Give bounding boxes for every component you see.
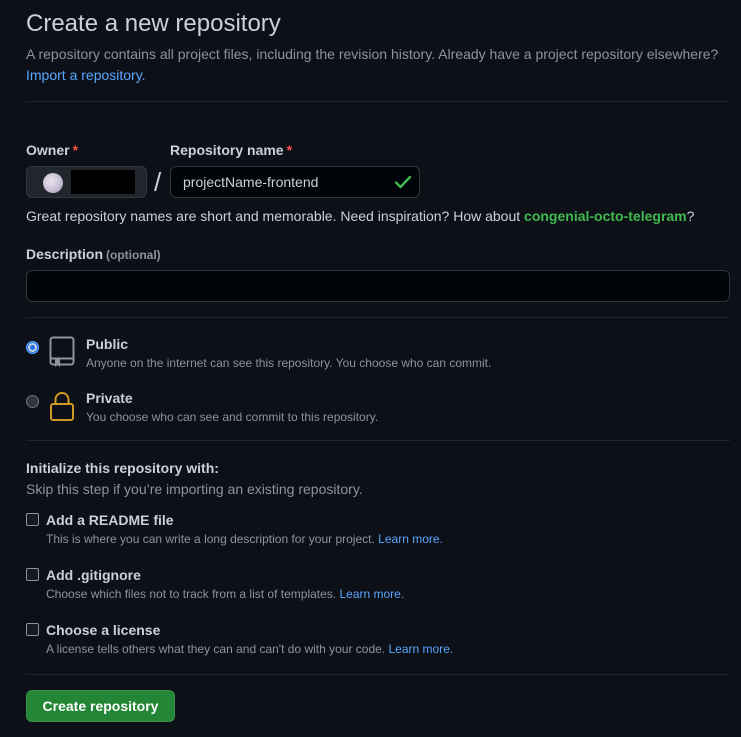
repo-name-input[interactable] xyxy=(170,166,420,198)
description-label: Description (optional) xyxy=(26,246,161,262)
divider xyxy=(26,674,730,675)
gitignore-option-title: Add .gitignore xyxy=(46,567,141,583)
divider xyxy=(26,101,730,102)
gitignore-checkbox[interactable] xyxy=(26,568,39,581)
public-radio[interactable] xyxy=(26,341,39,354)
repo-name-hint: Great repository names are short and mem… xyxy=(26,208,695,224)
private-option-desc: You choose who can see and commit to thi… xyxy=(86,410,379,424)
gitignore-learn-more-link[interactable]: Learn more. xyxy=(339,587,404,601)
readme-option-title: Add a README file xyxy=(46,512,174,528)
divider xyxy=(26,440,730,441)
public-option-title: Public xyxy=(86,336,129,352)
page-title: Create a new repository xyxy=(26,10,281,37)
readme-checkbox[interactable] xyxy=(26,513,39,526)
readme-learn-more-link[interactable]: Learn more. xyxy=(378,532,443,546)
owner-select[interactable] xyxy=(26,166,147,198)
init-section-subtitle: Skip this step if you’re importing an ex… xyxy=(26,481,363,497)
license-checkbox[interactable] xyxy=(26,623,39,636)
repo-name-label: Repository name * xyxy=(170,142,293,158)
license-option-desc: A license tells others what they can and… xyxy=(46,642,454,656)
owner-label: Owner * xyxy=(26,142,79,158)
create-repository-button[interactable]: Create repository xyxy=(26,690,175,722)
license-option-title: Choose a license xyxy=(46,622,161,638)
owner-name-redacted xyxy=(71,170,135,194)
lock-icon xyxy=(50,392,74,421)
public-option-desc: Anyone on the internet can see this repo… xyxy=(86,356,492,370)
readme-option-desc: This is where you can write a long descr… xyxy=(46,532,443,546)
name-suggestion-link[interactable]: congenial-octo-telegram xyxy=(524,208,687,224)
description-input[interactable] xyxy=(26,270,730,302)
check-icon xyxy=(394,175,412,189)
repo-icon xyxy=(49,336,75,367)
license-learn-more-link[interactable]: Learn more. xyxy=(389,642,454,656)
private-radio[interactable] xyxy=(26,395,39,408)
avatar xyxy=(43,173,63,193)
gitignore-option-desc: Choose which files not to track from a l… xyxy=(46,587,405,601)
owner-repo-separator: / xyxy=(154,167,162,197)
page-subtitle: A repository contains all project files,… xyxy=(26,46,719,83)
private-option-title: Private xyxy=(86,390,133,406)
init-section-title: Initialize this repository with: xyxy=(26,460,219,476)
divider xyxy=(26,317,730,318)
import-repository-link[interactable]: Import a repository. xyxy=(26,67,146,83)
